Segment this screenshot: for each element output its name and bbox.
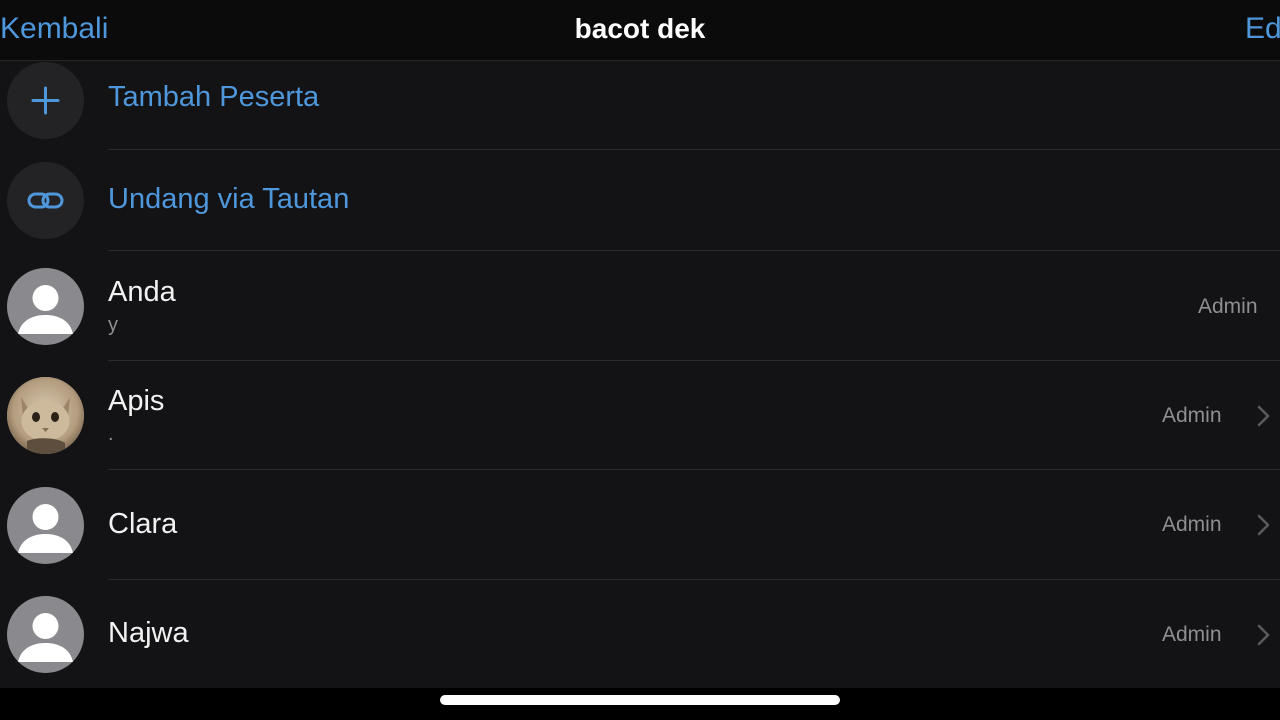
group-members-screen: Kembali bacot dek Ed Tambah Peserta Unda…: [0, 0, 1280, 720]
person-icon: [18, 285, 73, 334]
add-participant-label: Tambah Peserta: [108, 81, 320, 113]
add-participant-row[interactable]: Tambah Peserta: [0, 61, 1280, 150]
avatar: [7, 268, 84, 345]
member-status: .: [108, 423, 114, 445]
chevron-right-icon: [1257, 405, 1270, 427]
page-title: bacot dek: [574, 13, 706, 44]
member-row[interactable]: Clara Admin: [0, 470, 1280, 580]
member-role: Admin: [1162, 404, 1222, 427]
person-icon: [18, 613, 73, 662]
chevron-right-icon: [1257, 624, 1270, 646]
member-name: Najwa: [108, 617, 189, 649]
member-role: Admin: [1162, 623, 1222, 646]
avatar-photo: [7, 377, 84, 454]
member-name: Apis: [108, 385, 165, 417]
member-name: Anda: [108, 276, 176, 308]
navigation-bar: Kembali bacot dek Ed: [0, 0, 1280, 61]
invite-link-label: Undang via Tautan: [108, 183, 350, 215]
member-name: Clara: [108, 508, 178, 540]
edit-button[interactable]: Ed: [1245, 10, 1280, 48]
member-role: Admin: [1162, 513, 1222, 536]
link-icon: [27, 192, 64, 209]
cat-photo-icon: [7, 377, 84, 454]
avatar: [7, 487, 84, 564]
add-participant-icon-circle: [7, 62, 84, 139]
member-row[interactable]: Anda y Admin: [0, 251, 1280, 361]
plus-icon: [31, 86, 60, 115]
home-indicator[interactable]: [440, 695, 840, 705]
avatar: [7, 596, 84, 673]
chevron-right-icon: [1257, 514, 1270, 536]
invite-link-icon-circle: [7, 162, 84, 239]
member-row[interactable]: Apis . Admin: [0, 361, 1280, 470]
person-icon: [18, 504, 73, 553]
member-role: Admin: [1198, 295, 1258, 318]
member-row[interactable]: Najwa Admin: [0, 580, 1280, 688]
member-status: y: [108, 314, 118, 336]
invite-link-row[interactable]: Undang via Tautan: [0, 150, 1280, 251]
